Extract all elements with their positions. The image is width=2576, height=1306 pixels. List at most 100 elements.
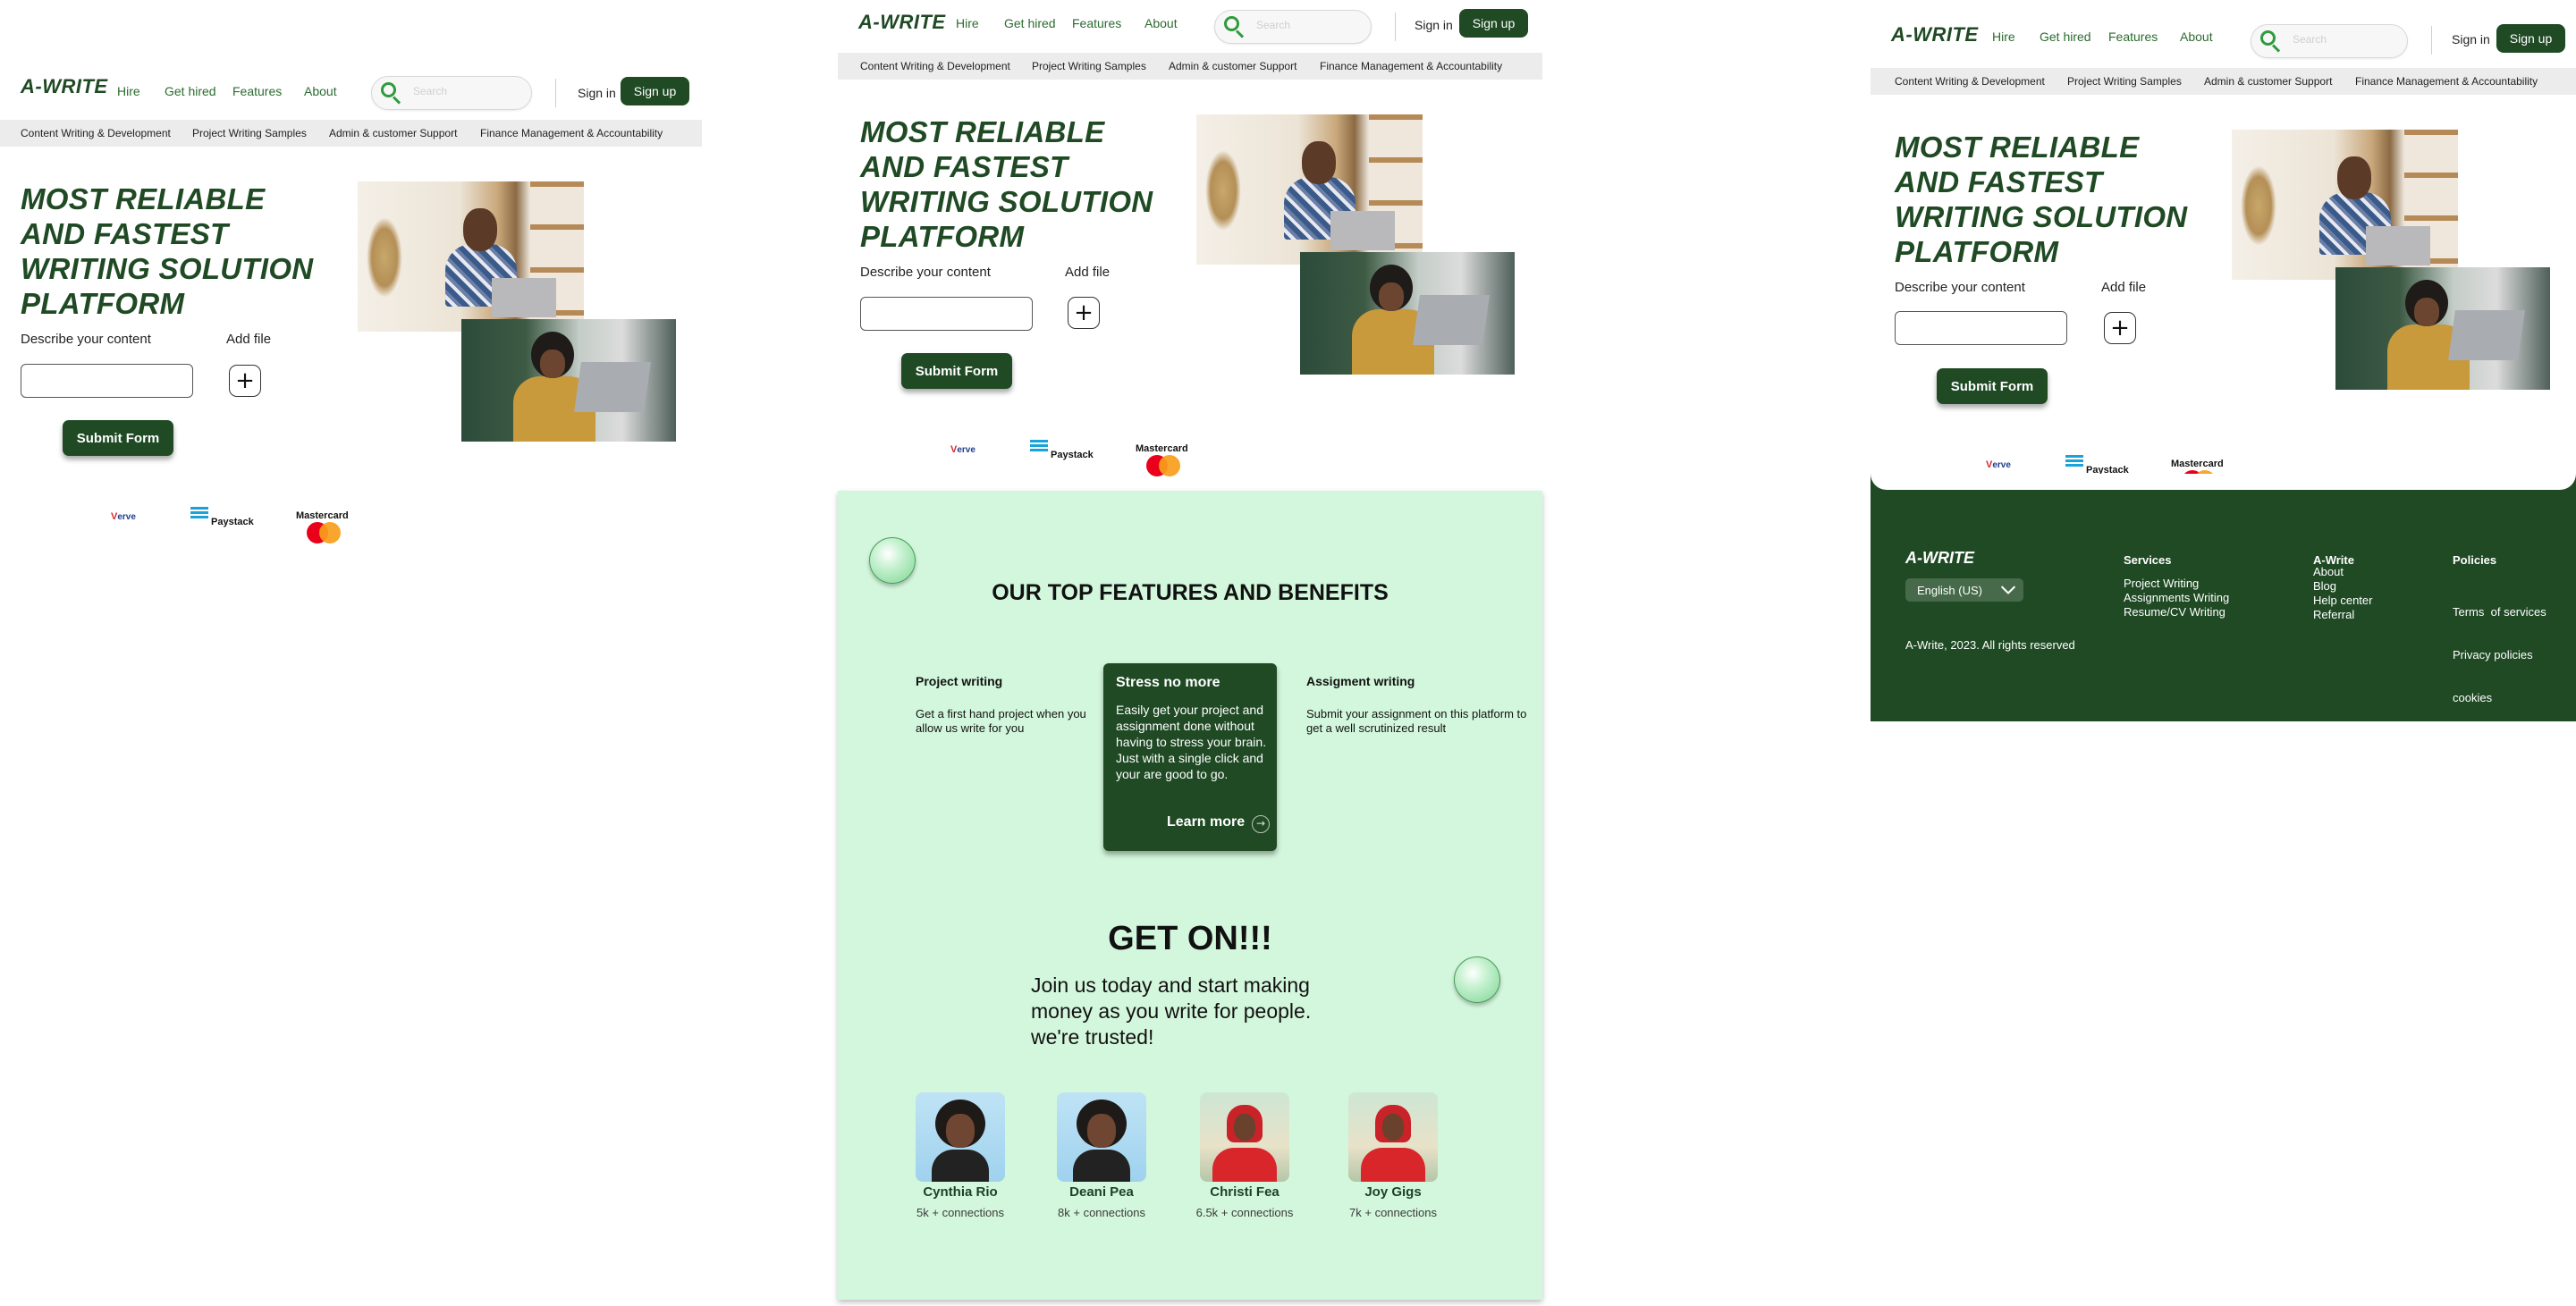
policies-list: Terms of services Privacy policies cooki…	[2453, 577, 2546, 734]
footer-logo[interactable]: A-WRITE	[1905, 549, 1974, 568]
category-project-writing[interactable]: Project Writing Samples	[192, 127, 307, 139]
features-heading: OUR TOP FEATURES AND BENEFITS	[992, 580, 1389, 605]
writer-card[interactable]: Deani Pea 8k + connections	[1039, 1092, 1164, 1219]
category-content-writing[interactable]: Content Writing & Development	[21, 127, 171, 139]
signup-button[interactable]: Sign up	[621, 77, 689, 105]
submit-form-button[interactable]: Submit Form	[1937, 368, 2048, 404]
category-admin-support[interactable]: Admin & customer Support	[1169, 60, 1296, 72]
describe-label: Describe your content	[21, 332, 151, 347]
paystack-icon	[2065, 455, 2083, 473]
avatar	[1200, 1092, 1289, 1182]
nav-link-hire[interactable]: Hire	[1992, 29, 2015, 44]
nav-link-features[interactable]: Features	[2108, 29, 2158, 44]
search-input[interactable]	[1256, 19, 1355, 31]
verve-logo: Verve	[950, 444, 976, 455]
search-box[interactable]	[371, 76, 532, 110]
features-section: OUR TOP FEATURES AND BENEFITS Project wr…	[838, 491, 1542, 1300]
hero-title: MOST RELIABLE AND FASTEST WRITING SOLUTI…	[21, 182, 314, 320]
category-finance[interactable]: Finance Management & Accountability	[1320, 60, 1502, 72]
search-input[interactable]	[2293, 33, 2391, 46]
describe-content-input[interactable]	[860, 297, 1033, 331]
hero-photo-woman-writing	[1196, 114, 1423, 265]
nav-link-about[interactable]: About	[304, 84, 337, 98]
describe-content-input[interactable]	[1895, 311, 2067, 345]
writer-card[interactable]: Christi Fea 6.5k + connections	[1182, 1092, 1307, 1219]
chevron-down-icon	[2000, 583, 2014, 597]
avatar	[1057, 1092, 1146, 1182]
describe-content-input[interactable]	[21, 364, 193, 398]
footer-link-about[interactable]: About	[2313, 565, 2344, 578]
feature-assignment-text: Submit your assignment on this platform …	[1306, 707, 1527, 735]
paystack-icon	[190, 507, 208, 525]
search-box[interactable]	[2251, 24, 2408, 58]
hero-photo-woman-writing	[2232, 130, 2458, 280]
category-project-writing[interactable]: Project Writing Samples	[2067, 75, 2182, 88]
verve-logo: Verve	[111, 511, 136, 522]
logo[interactable]: A-WRITE	[1891, 23, 1979, 46]
nav-link-hire[interactable]: Hire	[956, 16, 979, 30]
language-label: English (US)	[1917, 583, 1982, 597]
hero-photo-woman-laptop	[2335, 267, 2550, 390]
frame-home-features: A-WRITE Hire Get hired Features About Si…	[838, 0, 1542, 1306]
category-finance[interactable]: Finance Management & Accountability	[480, 127, 663, 139]
category-finance[interactable]: Finance Management & Accountability	[2355, 75, 2538, 88]
nav-link-about[interactable]: About	[1144, 16, 1178, 30]
writer-card[interactable]: Cynthia Rio 5k + connections	[898, 1092, 1023, 1219]
decorative-bubble	[869, 537, 916, 584]
hero-title: MOST RELIABLE AND FASTEST WRITING SOLUTI…	[860, 115, 1153, 253]
nav-link-get-hired[interactable]: Get hired	[2040, 29, 2091, 44]
add-file-button[interactable]: +	[1068, 297, 1100, 329]
mastercard-label: Mastercard	[296, 510, 349, 521]
category-content-writing[interactable]: Content Writing & Development	[1895, 75, 2045, 88]
category-content-writing[interactable]: Content Writing & Development	[860, 60, 1010, 72]
search-input[interactable]	[413, 85, 511, 97]
signup-button[interactable]: Sign up	[2496, 24, 2565, 53]
language-select[interactable]: English (US)	[1905, 578, 2023, 602]
category-project-writing[interactable]: Project Writing Samples	[1032, 60, 1146, 72]
footer-link-privacy[interactable]: Privacy policies	[2453, 648, 2533, 661]
nav-link-get-hired[interactable]: Get hired	[1004, 16, 1056, 30]
top-nav: A-WRITE Hire Get hired Features About Si…	[1871, 15, 2576, 69]
submit-form-button[interactable]: Submit Form	[63, 420, 173, 456]
services-heading: Services	[2124, 553, 2172, 567]
footer-link-terms[interactable]: Terms of services	[2453, 605, 2546, 619]
signin-link[interactable]: Sign in	[578, 86, 616, 100]
category-bar: Content Writing & Development Project Wr…	[838, 53, 1542, 80]
add-file-button[interactable]: +	[2104, 312, 2136, 344]
nav-link-features[interactable]: Features	[232, 84, 282, 98]
footer-link-cookies[interactable]: cookies	[2453, 691, 2492, 704]
nav-link-get-hired[interactable]: Get hired	[165, 84, 216, 98]
signin-link[interactable]: Sign in	[1415, 18, 1453, 32]
feature-card-title: Stress no more	[1116, 675, 1220, 690]
nav-link-about[interactable]: About	[2180, 29, 2213, 44]
signup-button[interactable]: Sign up	[1459, 9, 1528, 38]
logo[interactable]: A-WRITE	[21, 75, 108, 98]
submit-form-button[interactable]: Submit Form	[901, 353, 1012, 389]
writer-connections: 8k + connections	[1058, 1206, 1145, 1219]
search-box[interactable]	[1214, 10, 1372, 44]
category-admin-support[interactable]: Admin & customer Support	[329, 127, 457, 139]
footer-link-assignments-writing[interactable]: Assignments Writing	[2124, 591, 2229, 604]
nav-link-features[interactable]: Features	[1072, 16, 1121, 30]
footer-link-help-center[interactable]: Help center	[2313, 594, 2372, 607]
arrow-right-icon[interactable]: →	[1252, 815, 1270, 833]
footer-link-referral[interactable]: Referral	[2313, 608, 2354, 621]
get-on-heading: GET ON!!!	[1108, 920, 1272, 957]
nav-link-hire[interactable]: Hire	[117, 84, 140, 98]
category-admin-support[interactable]: Admin & customer Support	[2204, 75, 2332, 88]
logo[interactable]: A-WRITE	[858, 11, 946, 34]
decorative-bubble	[1454, 956, 1500, 1003]
add-file-label: Add file	[1065, 265, 1111, 280]
footer-link-project-writing[interactable]: Project Writing	[2124, 577, 2199, 590]
footer-link-blog[interactable]: Blog	[2313, 579, 2336, 593]
signin-link[interactable]: Sign in	[2452, 32, 2490, 46]
get-on-text: Join us today and start making money as …	[1031, 973, 1312, 1049]
feature-card-stress[interactable]: Stress no more Easily get your project a…	[1103, 663, 1277, 851]
footer-curve	[1871, 474, 2576, 490]
copyright-text: A-Write, 2023. All rights reserved	[1905, 638, 2075, 652]
footer-link-resume-writing[interactable]: Resume/CV Writing	[2124, 605, 2225, 619]
feature-assignment-title: Assigment writing	[1306, 674, 1415, 688]
learn-more-link[interactable]: Learn more	[1167, 814, 1245, 830]
writer-card[interactable]: Joy Gigs 7k + connections	[1330, 1092, 1456, 1219]
add-file-button[interactable]: +	[229, 365, 261, 397]
